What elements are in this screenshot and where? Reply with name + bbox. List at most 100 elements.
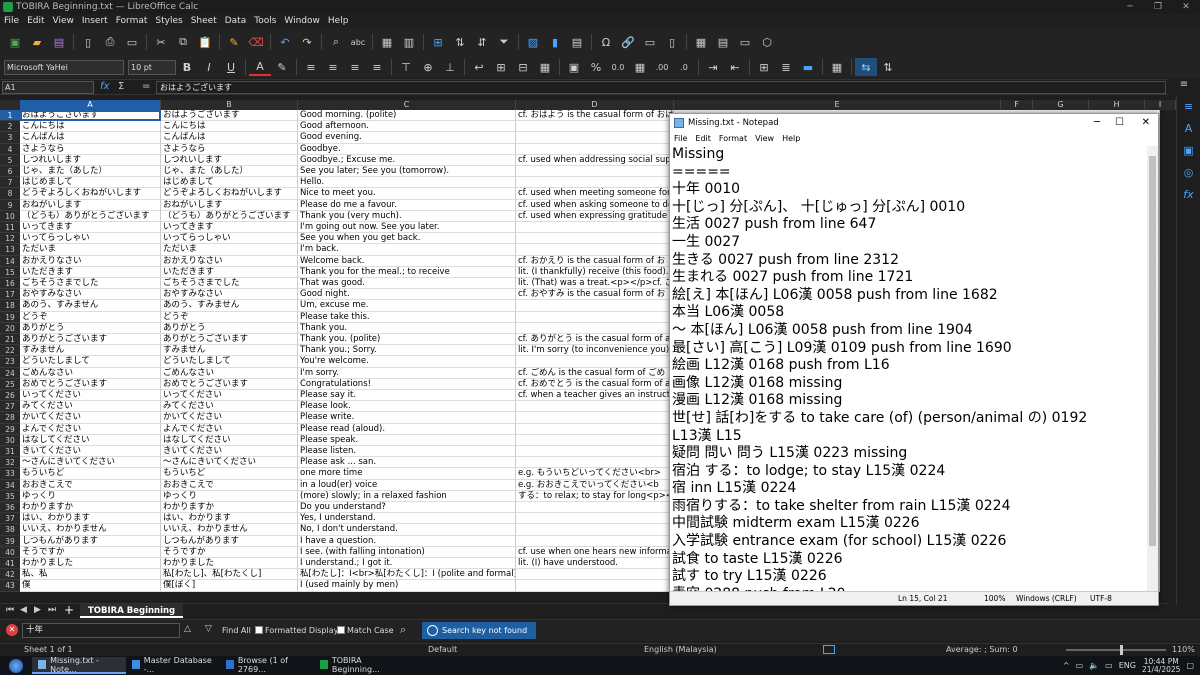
undo-icon[interactable]: ↶ [274,33,296,51]
cell-c[interactable]: Please speak. [298,434,516,446]
unmerge-icon[interactable]: ▦ [534,58,556,76]
justify-icon[interactable]: ≡ [366,58,388,76]
row-header[interactable]: 35 [0,490,20,502]
taskbar-item[interactable]: Master Database -... [126,656,220,674]
cell-d[interactable] [516,300,674,312]
cell-a[interactable]: ～さんにきいてください [20,457,161,469]
navigator-icon[interactable]: ◎ [1177,161,1200,183]
cell-b[interactable]: じゃ、また（あした） [161,166,298,178]
cell-c[interactable]: Please read (aloud). [298,423,516,435]
notepad-text-area[interactable]: Missing ===== 十年 0010 十[じっ] 分[ぷん]、 十[じゅっ] 分… [670,146,1148,591]
cell-a[interactable]: ごめんなさい [20,367,161,379]
cell-c[interactable]: I understand.; I got it. [298,558,516,570]
column-header-h[interactable]: H [1089,100,1145,110]
cell-d[interactable] [516,412,674,424]
hyperlink-icon[interactable]: 🔗 [617,33,639,51]
number-format-icon[interactable]: 0.0 [607,58,629,76]
cell-a[interactable]: こんばんは [20,132,161,144]
cell-c[interactable]: Nice to meet you. [298,188,516,200]
cell-c[interactable]: one more time [298,468,516,480]
cell-a[interactable]: あのう、すみません [20,300,161,312]
cell-c[interactable]: Thank you for the meal.; to receive [298,266,516,278]
match-case-checkbox[interactable] [337,626,345,634]
save-icon[interactable]: ▤ [48,33,70,51]
menu-format[interactable]: Format [116,14,148,28]
cell-a[interactable]: もういちど [20,468,161,480]
cell-d[interactable]: cf. おやすみ is the casual form of お [516,289,674,301]
row-header[interactable]: 27 [0,401,20,413]
cell-a[interactable]: いってきます [20,222,161,234]
input-language[interactable]: ENG [1119,661,1136,670]
special-char-icon[interactable]: Ω [595,33,617,51]
cell-a[interactable]: わかりました [20,558,161,570]
tray-chevron-icon[interactable]: ^ [1063,661,1070,670]
formatted-display-checkbox[interactable] [255,626,263,634]
row-header[interactable]: 32 [0,457,20,469]
cell-a[interactable]: ゆっくり [20,490,161,502]
align-top-icon[interactable]: ⊤ [395,58,417,76]
cell-c[interactable]: Congratulations! [298,378,516,390]
cell-a[interactable]: いいえ、わかりません [20,524,161,536]
notepad-maximize-button[interactable]: ☐ [1115,114,1124,132]
cell-c[interactable]: See you later; See you (tomorrow). [298,166,516,178]
cell-b[interactable]: わかりました [161,558,298,570]
delete-decimal-icon[interactable]: .0 [673,58,695,76]
cell-b[interactable]: 僕[ぼく] [161,580,298,592]
cell-b[interactable]: いってらっしゃい [161,233,298,245]
cell-d[interactable]: lit. (That) was a treat.<p></p>cf. ご [516,278,674,290]
row-header[interactable]: 2 [0,121,20,133]
zoom-slider-thumb[interactable] [1120,645,1123,655]
cell-a[interactable]: はじめまして [20,177,161,189]
cell-a[interactable]: わかりますか [20,502,161,514]
cell-c[interactable]: Please take this. [298,311,516,323]
cell-b[interactable]: どうぞ [161,311,298,323]
cell-a[interactable]: おかえりなさい [20,255,161,267]
cell-a[interactable]: はなしてください [20,434,161,446]
cell-b[interactable]: どういたしまして [161,356,298,368]
row-header[interactable]: 24 [0,367,20,379]
row-header[interactable]: 22 [0,345,20,357]
cell-a[interactable]: どういたしまして [20,356,161,368]
cell-b[interactable]: ありがとう [161,322,298,334]
show-draw-icon[interactable]: ⬡ [756,33,778,51]
print-icon[interactable]: ⎙ [99,33,121,51]
cell-c[interactable]: No, I don't understand. [298,524,516,536]
cell-a[interactable]: こんにちは [20,121,161,133]
prev-sheet-icon[interactable]: ◀ [20,605,27,615]
restore-button[interactable]: ❐ [1144,0,1172,14]
row-header[interactable]: 15 [0,266,20,278]
cell-b[interactable]: しつれいします [161,154,298,166]
cell-c[interactable]: Good night. [298,289,516,301]
percent-icon[interactable]: % [585,58,607,76]
cell-c[interactable]: 私[わたし]：I<br>私[わたくし]：I (polite and formal… [298,569,516,581]
minimize-button[interactable]: ─ [1116,0,1144,14]
cell-a[interactable]: すみません [20,345,161,357]
row-header[interactable]: 4 [0,143,20,155]
spelling-icon[interactable]: abc [347,33,369,51]
cell-d[interactable] [516,143,674,155]
cell-b[interactable]: おはようございます [161,110,298,122]
row-header[interactable]: 20 [0,322,20,334]
cell-b[interactable]: こんにちは [161,121,298,133]
align-middle-icon[interactable]: ⊕ [417,58,439,76]
sidebar-menu-icon[interactable]: ≡ [1168,79,1200,95]
row-header[interactable]: 26 [0,390,20,402]
paste-icon[interactable]: 📋 [194,33,216,51]
wrap-text-icon[interactable]: ↩ [468,58,490,76]
row-header[interactable]: 8 [0,188,20,200]
cell-d[interactable] [516,457,674,469]
cell-a[interactable]: いってらっしゃい [20,233,161,245]
cell-c[interactable]: (more) slowly; in a relaxed fashion [298,490,516,502]
cell-d[interactable]: lit. (I) have understood. [516,558,674,570]
cell-a[interactable]: 僕 [20,580,161,592]
clear-format-icon[interactable]: ⌫ [245,33,267,51]
column-header-d[interactable]: D [516,100,674,110]
row-header[interactable]: 28 [0,412,20,424]
align-center-icon[interactable]: ≡ [322,58,344,76]
cell-a[interactable]: おやすみなさい [20,289,161,301]
export-pdf-icon[interactable]: ▯ [77,33,99,51]
menu-styles[interactable]: Styles [155,14,182,28]
menu-file[interactable]: File [4,14,19,28]
cell-b[interactable]: かいてください [161,412,298,424]
cell-d[interactable]: cf. おかえり is the casual form of お [516,255,674,267]
